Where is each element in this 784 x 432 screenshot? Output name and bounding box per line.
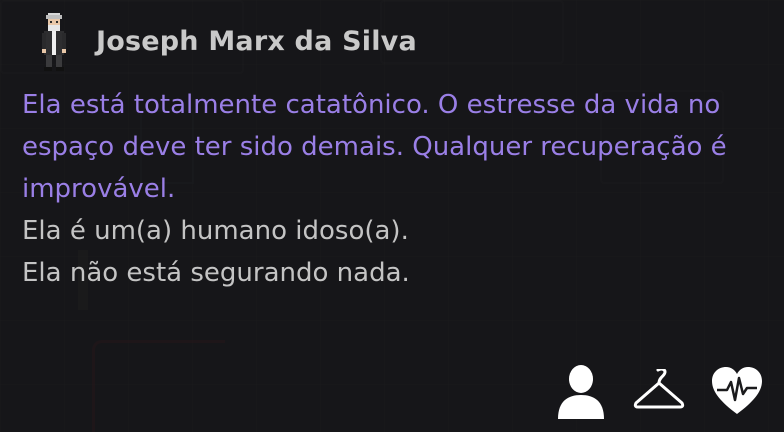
- person-button[interactable]: [554, 364, 608, 419]
- character-sprite: [42, 13, 66, 71]
- examine-actions: [554, 364, 764, 419]
- game-scene: Joseph Marx da Silva Ela está totalmente…: [0, 0, 784, 432]
- examine-text: Ela está totalmente catatônico. O estres…: [22, 84, 772, 294]
- health-button[interactable]: [710, 364, 764, 418]
- description-line-species: Ela é um(a) humano idoso(a).: [22, 216, 409, 246]
- heart-monitor-icon: [712, 367, 762, 414]
- person-icon: [558, 365, 604, 419]
- description-line-held-item: Ela não está segurando nada.: [22, 258, 410, 288]
- clothing-button[interactable]: [632, 364, 686, 418]
- hanger-icon: [633, 369, 685, 409]
- character-name: Joseph Marx da Silva: [96, 25, 417, 57]
- examine-header: Joseph Marx da Silva: [38, 10, 417, 72]
- examine-panel: Joseph Marx da Silva Ela está totalmente…: [0, 0, 784, 432]
- status-text: Ela está totalmente catatônico. O estres…: [22, 90, 727, 204]
